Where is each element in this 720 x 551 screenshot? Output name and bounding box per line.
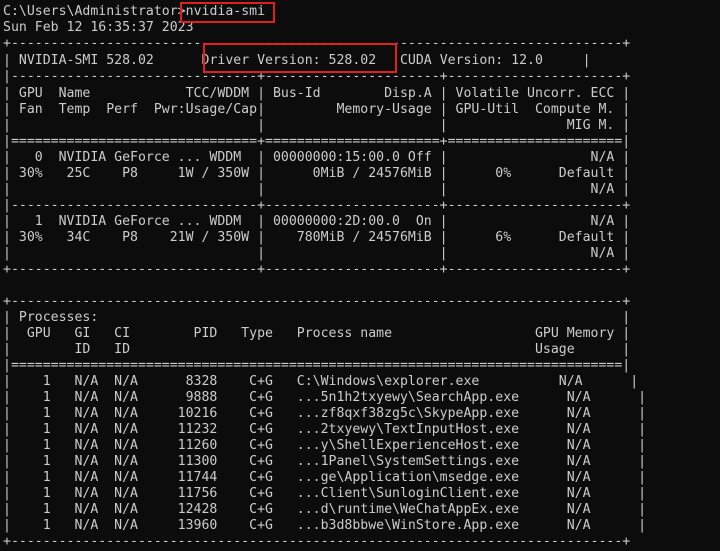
gpu-1-line-1: | 1 NVIDIA GeForce ... WDDM | 00000000:2… bbox=[3, 214, 631, 229]
gpu-table-bottom: +-------------------------------+-------… bbox=[3, 262, 631, 277]
process-row: | 1 N/A N/A 8328 C+G C:\Windows\explorer… bbox=[3, 374, 639, 389]
process-row: | 1 N/A N/A 12428 C+G ...d\runtime\WeCha… bbox=[3, 502, 647, 517]
processes-top-border: +---------------------------------------… bbox=[3, 294, 631, 309]
gpu-0-line-3: | | | N/A | bbox=[3, 182, 631, 197]
column-header-3: | | | MIG M. | bbox=[3, 118, 631, 133]
gpu-1-line-3: | | | N/A | bbox=[3, 246, 631, 261]
process-row: | 1 N/A N/A 11260 C+G ...y\ShellExperien… bbox=[3, 438, 647, 453]
header-top-border: +---------------------------------------… bbox=[3, 36, 631, 51]
smi-version: | NVIDIA-SMI 528.02 bbox=[3, 53, 202, 68]
process-row: | 1 N/A N/A 9888 C+G ...5n1h2txyewy\Sear… bbox=[3, 390, 647, 405]
processes-header-1: | GPU GI CI PID Type Process name GPU Me… bbox=[3, 326, 631, 341]
header-separator: |-------------------------------+-------… bbox=[3, 69, 631, 84]
processes-header-2: | ID ID Usage | bbox=[3, 342, 631, 357]
gpu-separator: |-------------------------------+-------… bbox=[3, 198, 631, 213]
prompt: C:\Users\Administrator> bbox=[3, 4, 186, 19]
process-row: | 1 N/A N/A 11300 C+G ...1Panel\SystemSe… bbox=[3, 454, 647, 469]
process-row: | 1 N/A N/A 11232 C+G ...2txyewy\TextInp… bbox=[3, 422, 647, 437]
header-equals-separator: |===============================+=======… bbox=[3, 134, 631, 149]
column-header-1: | GPU Name TCC/WDDM | Bus-Id Disp.A | Vo… bbox=[3, 86, 631, 101]
prompt-line: C:\Users\Administrator>nvidia-smi bbox=[3, 4, 265, 20]
terminal-window[interactable]: C:\Users\Administrator>nvidia-smi Sun Fe… bbox=[3, 2, 717, 549]
gpu-0-line-1: | 0 NVIDIA GeForce ... WDDM | 00000000:1… bbox=[3, 150, 631, 165]
gpu-0-line-2: | 30% 25C P8 1W / 350W | 0MiB / 24576MiB… bbox=[3, 166, 631, 181]
processes-bottom-border: +---------------------------------------… bbox=[3, 534, 631, 549]
timestamp: Sun Feb 12 16:35:37 2023 bbox=[3, 20, 194, 35]
cuda-version: CUDA Version: 12.0 | bbox=[376, 53, 591, 68]
gpu-1-line-2: | 30% 34C P8 21W / 350W | 780MiB / 24576… bbox=[3, 230, 631, 245]
processes-equals-separator: |=======================================… bbox=[3, 358, 631, 373]
process-row: | 1 N/A N/A 11744 C+G ...ge\Application\… bbox=[3, 470, 647, 485]
version-line: | NVIDIA-SMI 528.02 Driver Version: 528.… bbox=[3, 53, 591, 69]
driver-version: Driver Version: 528.02 bbox=[201, 53, 377, 68]
process-row: | 1 N/A N/A 10216 C+G ...zf8qxf38zg5c\Sk… bbox=[3, 406, 647, 421]
process-row: | 1 N/A N/A 13960 C+G ...b3d8bbwe\WinSto… bbox=[3, 518, 647, 533]
column-header-2: | Fan Temp Perf Pwr:Usage/Cap| Memory-Us… bbox=[3, 102, 631, 117]
command-text: nvidia-smi bbox=[185, 4, 266, 19]
processes-title: | Processes: | bbox=[3, 310, 631, 325]
process-row: | 1 N/A N/A 11756 C+G ...Client\Sunlogin… bbox=[3, 486, 647, 501]
